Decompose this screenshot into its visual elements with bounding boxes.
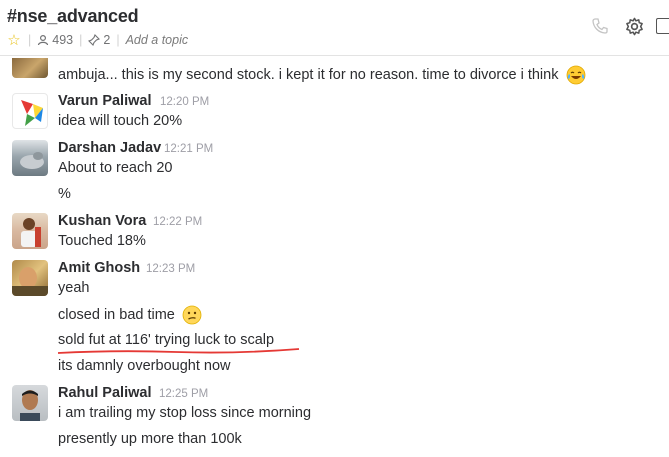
avatar[interactable] (12, 58, 48, 78)
avatar[interactable] (12, 140, 48, 176)
message-text: i am trailing my stop loss since morning (58, 405, 312, 421)
add-topic-link[interactable]: Add a topic (126, 33, 189, 47)
star-icon[interactable]: ☆ (6, 33, 22, 48)
timestamp[interactable]: 12:20 PM (160, 96, 209, 108)
member-count[interactable]: 493 (37, 33, 73, 47)
timestamp[interactable]: 12:21 PM (164, 143, 213, 155)
channel-meta: ☆ | 493 | 2 | Add a topic (6, 31, 188, 49)
call-icon[interactable] (591, 17, 609, 35)
message-text: % (58, 186, 71, 202)
message-text: closed in bad time (58, 305, 202, 325)
avatar-image (20, 152, 44, 169)
timestamp[interactable]: 12:23 PM (146, 263, 195, 275)
avatar[interactable] (12, 385, 48, 421)
author-name[interactable]: Amit Ghosh (58, 260, 140, 276)
confused-face-emoji (182, 305, 202, 325)
pin-icon (88, 34, 101, 46)
pinned-count[interactable]: 2 (88, 33, 110, 47)
red-underline-annotation (57, 348, 300, 354)
members-icon (38, 34, 49, 46)
avatar-image (21, 100, 43, 126)
avatar[interactable] (12, 93, 48, 129)
author-name[interactable]: Kushan Vora (58, 213, 146, 229)
avatar-image (12, 267, 48, 296)
timestamp[interactable]: 12:25 PM (159, 388, 208, 400)
divider: | (116, 33, 120, 47)
member-count-value: 493 (52, 33, 74, 47)
message-text: presently up more than 100k (58, 431, 242, 447)
message-text: ambuja... this is my second stock. i kep… (58, 65, 586, 85)
author-name[interactable]: Darshan Jadav (58, 140, 161, 156)
message-text: idea will touch 20% (58, 113, 183, 129)
author-name[interactable]: Rahul Paliwal (58, 385, 151, 401)
message-text: About to reach 20 (58, 160, 173, 176)
avatar-image (20, 390, 40, 421)
divider: | (28, 33, 32, 47)
gear-icon[interactable] (625, 17, 644, 36)
message-text: its damnly overbought now (58, 358, 231, 374)
avatar-image (21, 218, 41, 247)
tears-of-joy-emoji (566, 65, 585, 85)
avatar[interactable] (12, 213, 48, 249)
pinned-count-value: 2 (103, 33, 111, 47)
channel-header: #nse_advanced ☆ | 493 | 2 | Add a topic (0, 0, 669, 56)
message-text: yeah (58, 280, 90, 296)
channel-title[interactable]: #nse_advanced (7, 6, 139, 27)
timestamp[interactable]: 12:22 PM (153, 216, 202, 228)
message-text: Touched 18% (58, 233, 146, 249)
divider: | (79, 33, 83, 47)
avatar[interactable] (12, 260, 48, 296)
author-name[interactable]: Varun Paliwal (58, 93, 152, 109)
side-panel-icon[interactable] (656, 18, 669, 34)
